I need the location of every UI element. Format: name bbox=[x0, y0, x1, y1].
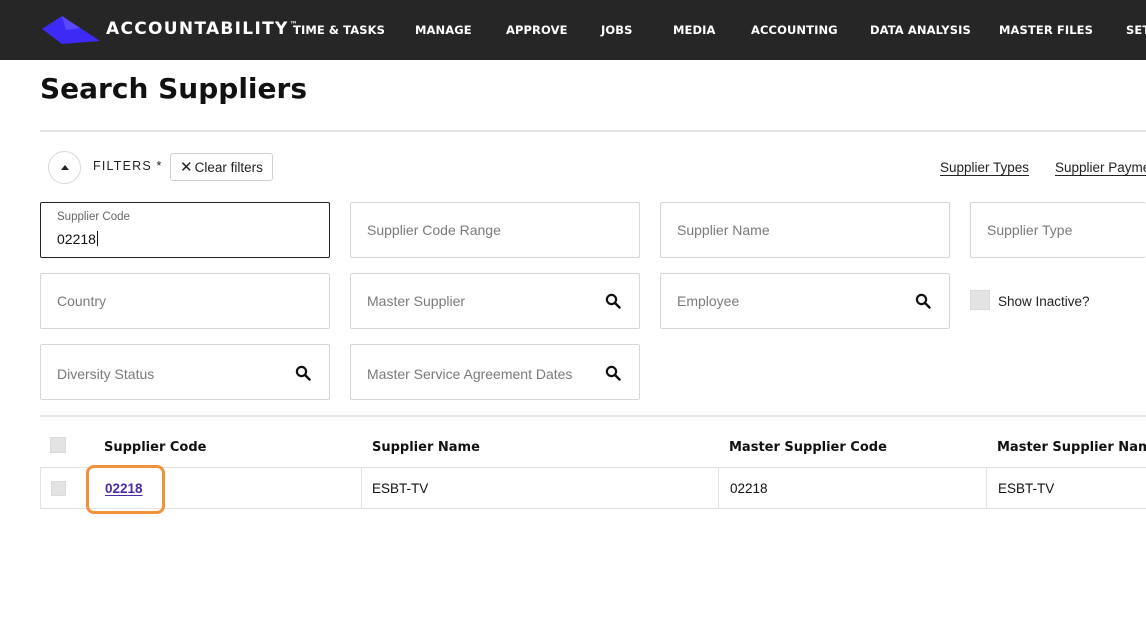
diversity-status-placeholder: Diversity Status bbox=[57, 366, 155, 382]
nav-media[interactable]: MEDIA bbox=[673, 23, 716, 37]
title-divider bbox=[40, 130, 1146, 132]
accountability-logo-icon[interactable] bbox=[42, 15, 100, 45]
search-icon[interactable] bbox=[605, 293, 621, 309]
row-checkbox[interactable] bbox=[51, 481, 66, 496]
close-icon: ✕ bbox=[180, 158, 193, 176]
supplier-name-cell: ESBT-TV bbox=[372, 481, 429, 496]
diversity-status-input[interactable]: Diversity Status bbox=[40, 344, 330, 400]
supplier-payment-link[interactable]: Supplier Payment bbox=[1055, 160, 1146, 175]
nav-manage[interactable]: MANAGE bbox=[415, 23, 472, 37]
supplier-code-label: Supplier Code bbox=[57, 211, 130, 223]
cell-divider bbox=[986, 467, 987, 509]
show-inactive-label: Show Inactive? bbox=[998, 294, 1090, 309]
nav-master-files[interactable]: MASTER FILES bbox=[999, 23, 1093, 37]
search-icon[interactable] bbox=[605, 365, 621, 381]
column-header-master-supplier-code[interactable]: Master Supplier Code bbox=[729, 440, 887, 455]
master-supplier-input[interactable]: Master Supplier bbox=[350, 273, 640, 329]
column-header-supplier-code[interactable]: Supplier Code bbox=[104, 440, 207, 455]
nav-jobs[interactable]: JOBS bbox=[601, 23, 633, 37]
search-icon[interactable] bbox=[915, 293, 931, 309]
country-placeholder: Country bbox=[57, 293, 107, 309]
master-supplier-code-cell: 02218 bbox=[730, 481, 768, 496]
filters-divider bbox=[40, 415, 1146, 417]
clear-filters-label: Clear filters bbox=[194, 159, 263, 175]
msa-dates-input[interactable]: Master Service Agreement Dates bbox=[350, 344, 640, 400]
show-inactive-checkbox[interactable] bbox=[970, 290, 990, 310]
select-all-checkbox[interactable] bbox=[50, 437, 66, 453]
supplier-name-placeholder: Supplier Name bbox=[677, 222, 770, 238]
table-row[interactable] bbox=[40, 467, 1146, 509]
country-select[interactable]: Country bbox=[40, 273, 330, 329]
filters-label: FILTERS * bbox=[93, 159, 163, 173]
master-supplier-name-cell: ESBT-TV bbox=[998, 481, 1055, 496]
column-header-master-supplier-name[interactable]: Master Supplier Name bbox=[997, 440, 1146, 455]
cell-divider bbox=[718, 467, 719, 509]
nav-accounting[interactable]: ACCOUNTING bbox=[751, 23, 838, 37]
master-supplier-placeholder: Master Supplier bbox=[367, 293, 466, 309]
page-title: Search Suppliers bbox=[40, 72, 307, 105]
nav-settings[interactable]: SETTINGS bbox=[1126, 23, 1146, 37]
column-header-supplier-name[interactable]: Supplier Name bbox=[372, 440, 480, 455]
cell-divider bbox=[361, 467, 362, 509]
supplier-type-placeholder: Supplier Type bbox=[987, 222, 1073, 238]
top-navigation-bar: ACCOUNTABILITY™ TIME & TASKS MANAGE APPR… bbox=[0, 0, 1146, 60]
nav-approve[interactable]: APPROVE bbox=[506, 23, 568, 37]
employee-input[interactable]: Employee bbox=[660, 273, 950, 329]
supplier-code-range-input[interactable]: Supplier Code Range bbox=[350, 202, 640, 258]
nav-data-analysis[interactable]: DATA ANALYSIS bbox=[870, 23, 971, 37]
supplier-type-select[interactable]: Supplier Type bbox=[970, 202, 1146, 258]
supplier-code-value: 02218 bbox=[57, 231, 98, 247]
nav-time-and-tasks[interactable]: TIME & TASKS bbox=[293, 23, 385, 37]
supplier-code-range-placeholder: Supplier Code Range bbox=[367, 222, 501, 238]
employee-placeholder: Employee bbox=[677, 293, 740, 309]
collapse-filters-button[interactable] bbox=[48, 151, 81, 184]
search-icon[interactable] bbox=[295, 365, 311, 381]
highlight-annotation bbox=[86, 465, 165, 514]
clear-filters-button[interactable]: ✕ Clear filters bbox=[170, 153, 273, 181]
supplier-name-input[interactable]: Supplier Name bbox=[660, 202, 950, 258]
supplier-code-input[interactable]: Supplier Code 02218 bbox=[40, 202, 330, 258]
supplier-types-link[interactable]: Supplier Types bbox=[940, 160, 1029, 175]
msa-dates-placeholder: Master Service Agreement Dates bbox=[367, 366, 573, 382]
brand-name[interactable]: ACCOUNTABILITY™ bbox=[106, 19, 298, 39]
